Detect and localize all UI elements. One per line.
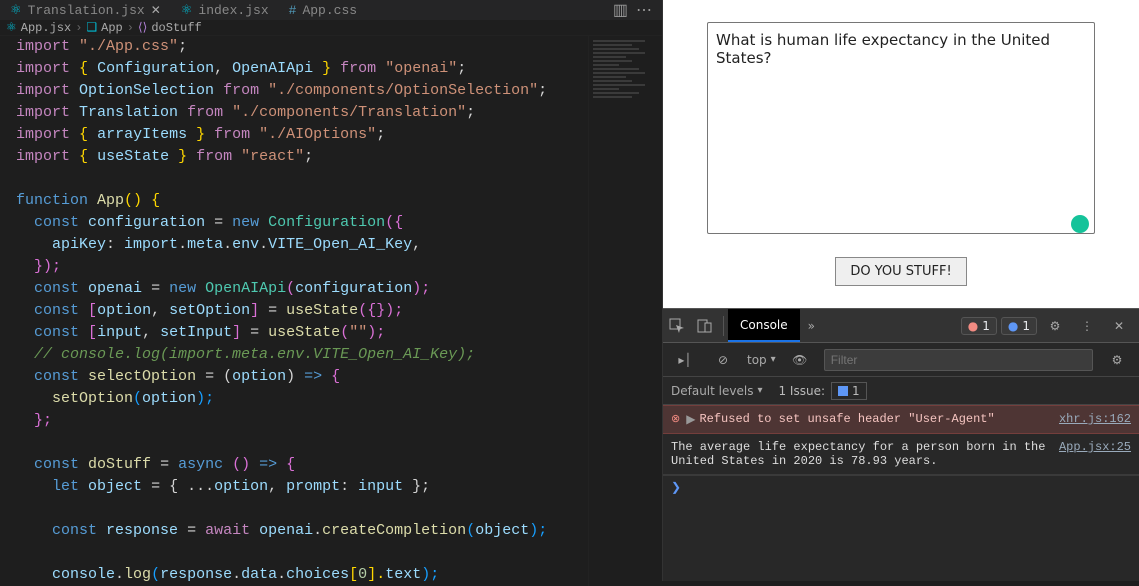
do-stuff-button[interactable]: DO YOU STUFF!: [835, 257, 966, 286]
editor-tab-bar: ⚛Translation.jsx✕ ⚛index.jsx #App.css ▥ …: [0, 0, 662, 20]
console-prompt[interactable]: [663, 475, 1139, 499]
chevron-right-icon: ›: [127, 21, 134, 35]
issues-counter[interactable]: 1: [831, 382, 867, 400]
clear-console-icon[interactable]: ⊘: [709, 346, 737, 374]
tab-item[interactable]: ⚛index.jsx: [171, 0, 279, 20]
device-toolbar-icon[interactable]: [691, 312, 719, 340]
filter-input[interactable]: [824, 349, 1093, 371]
react-file-icon: ⚛: [10, 3, 22, 18]
grammarly-icon[interactable]: [1071, 215, 1089, 233]
inspect-element-icon[interactable]: [663, 312, 691, 340]
error-counter[interactable]: 1: [961, 317, 997, 335]
prompt-textarea[interactable]: [707, 22, 1095, 234]
context-selector[interactable]: top: [747, 353, 776, 367]
issues-label: 1 Issue:: [778, 384, 825, 398]
method-icon: ⟨⟩: [138, 20, 147, 35]
console-settings-icon[interactable]: ⚙: [1103, 346, 1131, 374]
settings-gear-icon[interactable]: ⚙: [1041, 312, 1069, 340]
live-expressions-icon[interactable]: 👁: [786, 346, 814, 374]
close-icon[interactable]: ✕: [151, 3, 161, 18]
message-counter[interactable]: 1: [1001, 317, 1037, 335]
error-icon: ⊗: [671, 412, 680, 427]
expand-arrow-icon[interactable]: ▶: [686, 412, 695, 427]
console-log-message: The average life expectancy for a person…: [671, 440, 1045, 468]
more-icon[interactable]: ⋯: [636, 0, 652, 20]
devtools-panel: Console » 1 1 ⚙ ⋮ ✕ ▸│ ⊘ top 👁 ⚙ Default…: [663, 308, 1139, 581]
breadcrumb-component: App: [101, 21, 123, 35]
devtools-tabs-overflow-icon[interactable]: »: [800, 319, 823, 333]
devtools-menu-icon[interactable]: ⋮: [1073, 312, 1101, 340]
console-output[interactable]: ⊗ ▶ Refused to set unsafe header "User-A…: [663, 405, 1139, 581]
code-editor[interactable]: import "./App.css"; import { Configurati…: [0, 36, 588, 586]
tab-item[interactable]: ⚛Translation.jsx✕: [0, 0, 171, 20]
console-source-link[interactable]: App.jsx:25: [1059, 440, 1131, 454]
tab-item[interactable]: #App.css: [279, 0, 367, 20]
devtools-tab-console[interactable]: Console: [728, 309, 800, 342]
split-editor-icon[interactable]: ▥: [613, 0, 628, 20]
breadcrumb-file: App.jsx: [21, 21, 71, 35]
console-log-row[interactable]: App.jsx:25 The average life expectancy f…: [663, 434, 1139, 475]
breadcrumb[interactable]: ⚛ App.jsx › ❑ App › ⟨⟩ doStuff: [0, 20, 662, 36]
console-error-message: Refused to set unsafe header "User-Agent…: [699, 412, 994, 427]
breadcrumb-method: doStuff: [151, 21, 201, 35]
devtools-close-icon[interactable]: ✕: [1105, 312, 1133, 340]
css-file-icon: #: [289, 3, 297, 18]
log-levels-selector[interactable]: Default levels: [671, 384, 762, 398]
react-file-icon: ⚛: [181, 3, 193, 18]
app-preview: DO YOU STUFF!: [663, 0, 1139, 308]
react-file-icon: ⚛: [6, 20, 17, 35]
toggle-drawer-icon[interactable]: ▸│: [671, 346, 699, 374]
console-error-row[interactable]: ⊗ ▶ Refused to set unsafe header "User-A…: [663, 405, 1139, 434]
chevron-right-icon: ›: [75, 21, 82, 35]
console-source-link[interactable]: xhr.js:162: [1059, 412, 1131, 427]
component-icon: ❑: [86, 20, 97, 35]
minimap[interactable]: [588, 36, 662, 586]
